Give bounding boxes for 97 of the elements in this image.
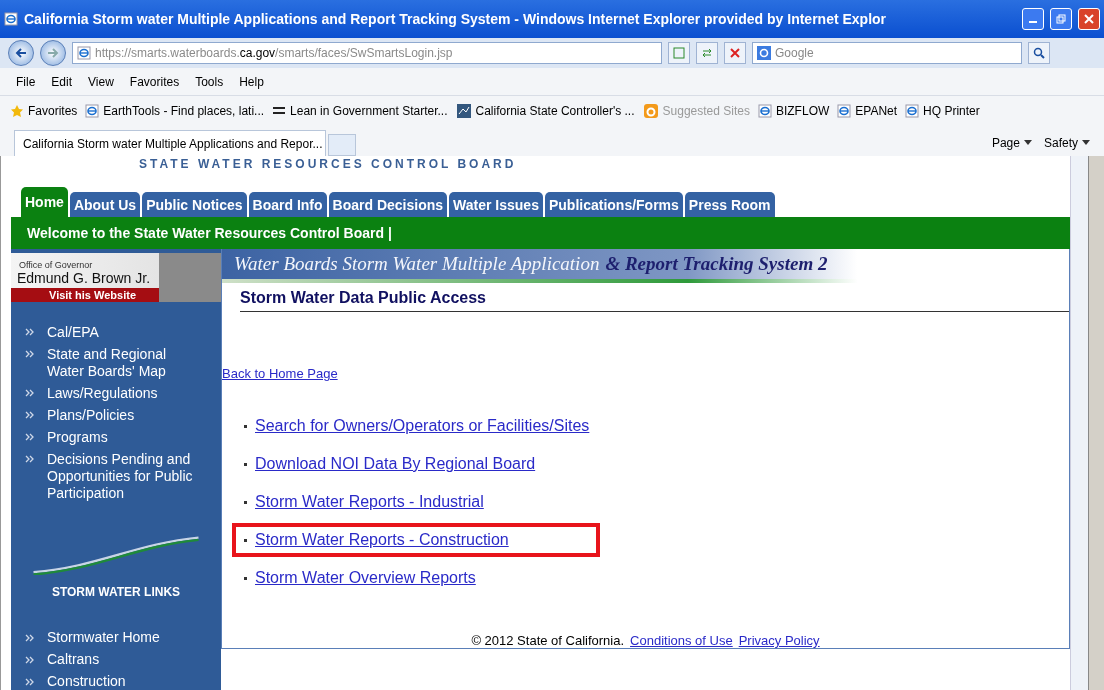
report-link[interactable]: Search for Owners/Operators or Facilities/Sites [255, 417, 590, 435]
page-icon [673, 47, 685, 59]
report-link[interactable]: Storm Water Overview Reports [255, 569, 476, 587]
search-icon [1033, 47, 1045, 59]
restore-button[interactable] [1050, 8, 1072, 30]
menu-item[interactable]: Favorites [123, 72, 186, 91]
restore-icon [1056, 14, 1066, 24]
nav-tab[interactable]: Home [21, 187, 68, 217]
back-link[interactable]: Back to Home Page [222, 366, 338, 381]
report-link[interactable]: Download NOI Data By Regional Board [255, 455, 536, 473]
controller-logo-icon [455, 103, 472, 119]
minimize-button[interactable] [1022, 8, 1044, 30]
favorites-link[interactable]: EPANet [837, 104, 898, 118]
bullet-icon [244, 576, 247, 580]
search-provider-icon [757, 46, 771, 60]
favorites-link[interactable]: EarthTools - Find places, lati... [85, 104, 265, 118]
menu-item[interactable]: View [82, 72, 120, 91]
sidebar-link[interactable]: Stormwater Home [25, 629, 200, 646]
close-button[interactable] [1078, 8, 1100, 30]
governor-office-text: Office of Governor [18, 259, 94, 270]
double-chevron-icon [25, 411, 35, 420]
sidebar-link[interactable]: Caltrans [25, 651, 200, 668]
forward-arrow-icon [46, 46, 60, 60]
minimize-icon [1029, 21, 1037, 23]
star-icon [10, 104, 24, 118]
browser-tab[interactable]: California Storm water Multiple Applications and Repor... [14, 130, 326, 156]
sidebar-link[interactable]: Programs [25, 428, 200, 446]
close-icon [1084, 14, 1094, 24]
nav-tab[interactable]: Water Issues [449, 192, 543, 217]
search-field[interactable]: Google [752, 42, 1022, 64]
page-heading: Storm Water Data Public Access [240, 283, 1069, 312]
double-chevron-icon [25, 350, 35, 359]
refresh-icon [701, 47, 713, 59]
double-chevron-icon [25, 455, 35, 464]
copyright-text: © 2012 State of California. [471, 633, 625, 648]
double-chevron-icon [25, 633, 35, 642]
double-chevron-icon [25, 655, 35, 664]
sidebar-link[interactable]: Decisions Pending and Opportunities for Public Participation [25, 450, 200, 502]
ie-logo-icon [837, 104, 852, 118]
command-menu[interactable]: Safety [1043, 136, 1090, 150]
suggested-sites-icon [642, 103, 659, 119]
menu-item[interactable]: File [10, 72, 42, 91]
photo-placeholder [159, 253, 221, 302]
ie-logo-icon [905, 104, 920, 118]
stop-button[interactable] [724, 42, 746, 64]
double-chevron-icon [25, 389, 35, 398]
back-button[interactable] [8, 40, 34, 66]
bullet-icon [244, 462, 247, 466]
banner-title-end: & Report Tracking System 2 [605, 253, 828, 275]
report-link[interactable]: Storm Water Reports - Construction [255, 531, 509, 549]
caret-icon [1082, 140, 1090, 146]
banner-title: Water Boards Storm Water Multiple Application [234, 253, 600, 275]
address-field[interactable]: https://smarts.waterboards.ca.gov/smarts/faces/SwSmartsLogin.jsp [72, 42, 662, 64]
nav-tab[interactable]: Press Room [684, 192, 775, 217]
sidebar-section-title: STORM WATER LINKS [50, 584, 182, 599]
nav-tab[interactable]: About Us [69, 192, 141, 217]
footer-link[interactable]: Conditions of Use [630, 633, 733, 648]
favorites-link[interactable]: California State Controller's ... [455, 103, 635, 119]
favorites-link[interactable]: BIZFLOW [757, 104, 830, 118]
governor-name: Edmund G. Brown Jr. [16, 269, 152, 286]
search-button[interactable] [1028, 42, 1050, 64]
bullet-icon [244, 424, 247, 428]
double-chevron-icon [25, 433, 35, 442]
ie-logo-icon [757, 104, 772, 118]
forward-button[interactable] [40, 40, 66, 66]
ie-logo-icon [77, 46, 91, 60]
nav-tab[interactable]: Board Decisions [328, 192, 448, 217]
menu-item[interactable]: Help [233, 72, 270, 91]
welcome-text: Welcome to the State Water Resources Control Board | [27, 225, 392, 241]
ie-logo-icon [85, 104, 100, 118]
sidebar-link[interactable]: Construction [25, 673, 200, 690]
double-chevron-icon [25, 328, 35, 337]
footer-link[interactable]: Privacy Policy [738, 633, 820, 648]
nav-tab[interactable]: Public Notices [142, 192, 247, 217]
sidebar-link[interactable]: Plans/Policies [25, 406, 200, 424]
report-link[interactable]: Storm Water Reports - Industrial [255, 493, 484, 511]
sidebar-link[interactable]: Laws/Regulations [25, 384, 200, 402]
site-header-title: STATE WATER RESOURCES CONTROL BOARD [139, 158, 517, 170]
bullet-icon [244, 538, 247, 542]
bullet-icon [244, 500, 247, 504]
stop-icon [729, 47, 741, 59]
governor-website-link[interactable]: Visit his Website [11, 287, 159, 302]
sidebar-link[interactable]: Cal/EPA [25, 323, 200, 341]
command-menu[interactable]: Page [991, 136, 1032, 150]
window-title: California Storm water Multiple Applications and Report Tracking System - Windows Internet Explorer provided by Internet Explor [24, 11, 888, 27]
favorites-link[interactable]: HQ Printer [905, 104, 980, 118]
menu-item[interactable]: Tools [189, 72, 230, 91]
menu-item[interactable]: Edit [45, 72, 79, 91]
caret-icon [1023, 140, 1032, 146]
nav-tab[interactable]: Board Info [248, 192, 327, 217]
favorites-button[interactable]: Favorites [10, 104, 78, 118]
nav-tab[interactable]: Publications/Forms [544, 192, 683, 217]
sidebar-link[interactable]: State and Regional Water Boards' Map [25, 345, 200, 380]
ie-logo-icon [4, 12, 18, 26]
back-arrow-icon [14, 46, 28, 60]
favorites-link[interactable]: Lean in Government Starter... [272, 104, 448, 118]
double-chevron-icon [25, 677, 35, 686]
